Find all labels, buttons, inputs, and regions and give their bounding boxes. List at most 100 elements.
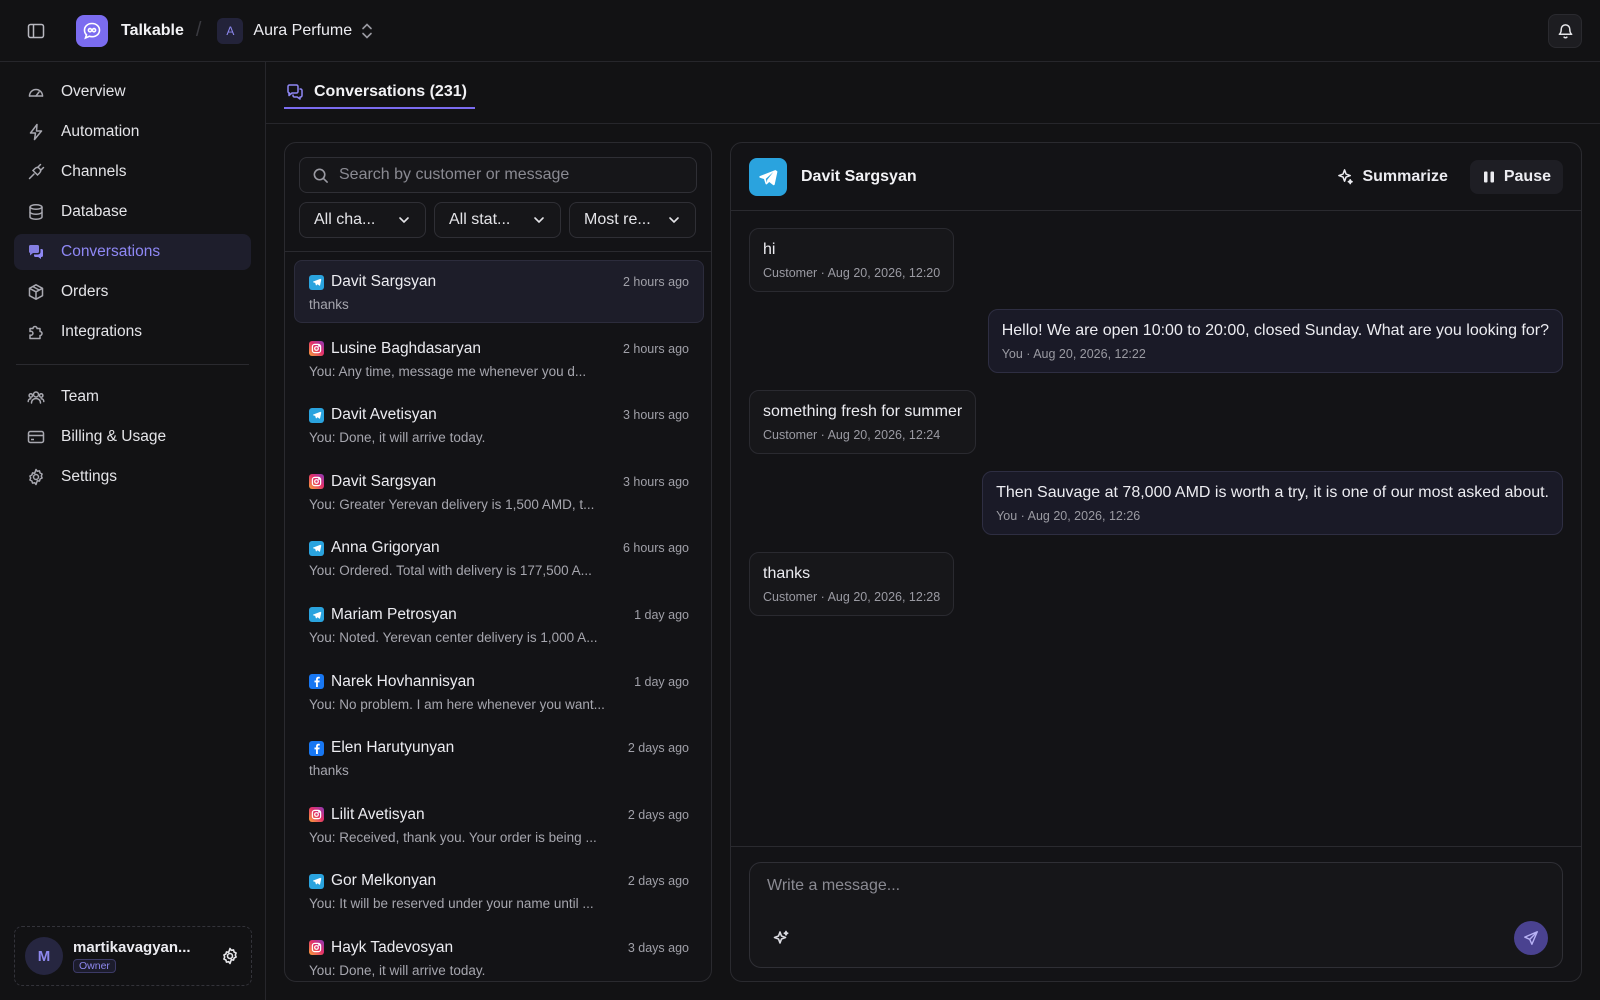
conversation-item[interactable]: Gor Melkonyan 2 days ago You: It will be r… [294,859,704,922]
instagram-icon [309,807,324,823]
sidebar-item-database[interactable]: Database [14,194,251,230]
message-text: hi [763,241,776,258]
app-logo[interactable] [76,14,108,47]
conversation-name: Davit Sargsyan [331,472,437,490]
sidebar-divider [16,364,249,365]
status-filter-select[interactable]: All stat... [434,202,561,238]
conversation-time: 3 days ago [627,940,689,955]
message-text: Hello! We are open 10:00 to 20:00, close… [1001,322,1549,339]
telegram-icon [309,274,324,290]
pause-button[interactable]: Pause [1469,159,1563,194]
conversation-time: 6 hours ago [622,541,689,556]
message-meta: Customer · Aug 20, 2026, 12:20 [763,266,941,280]
workspace-name[interactable]: Aura Perfume [253,22,352,40]
tab-conversations[interactable]: Conversations (231) [284,76,475,109]
search-icon [312,167,329,184]
workspace-avatar[interactable]: A [217,17,244,44]
conversation-name: Davit Avetisyan [331,406,437,424]
message-input[interactable] [767,877,1527,905]
breadcrumb-separator: / [195,19,202,41]
ai-sparkle-icon[interactable] [770,927,792,949]
filter-value: All cha... [314,211,376,228]
conversation-name: Narek Hovhannisyan [331,672,475,690]
conversation-name: Elen Harutyunyan [331,739,455,757]
sidebar-item-integrations[interactable]: Integrations [14,314,251,350]
conversation-item[interactable]: Anna Grigoryan 6 hours ago You: Ordered. T… [294,526,704,589]
conversation-item[interactable]: Mariam Petrosyan 1 day ago You: Noted. Yer… [294,593,704,656]
telegram-icon [309,407,324,423]
workspace-switch-icon[interactable] [360,22,374,40]
message-bubble-customer: hi Customer · Aug 20, 2026, 12:20 [749,228,955,292]
conversation-item[interactable]: Lusine Baghdasaryan 2 hours ago You: Any t… [294,327,704,390]
conversation-preview: thanks [309,763,349,779]
sidebar-item-label: Overview [61,83,126,100]
telegram-icon [309,540,324,556]
pause-label: Pause [1503,167,1551,185]
conversation-time: 2 days ago [627,807,689,822]
conversation-item[interactable]: Elen Harutyunyan 2 days ago thanks [294,726,704,789]
message-text: Then Sauvage at 78,000 AMD is worth a tr… [996,484,1549,501]
sidebar-item-orders[interactable]: Orders [14,274,251,310]
sidebar-item-team[interactable]: Team [14,379,251,415]
sidebar-item-label: Orders [61,283,109,300]
user-card[interactable]: M martikavagyan... Owner [14,926,252,986]
sidebar-item-label: Conversations [61,243,161,260]
message-bubble-you: Hello! We are open 10:00 to 20:00, close… [987,309,1563,373]
conversation-name: Lilit Avetisyan [331,805,425,823]
conversation-preview: You: Noted. Yerevan center delivery is 1… [309,629,598,645]
database-icon [26,202,46,222]
message-bubble-customer: thanks Customer · Aug 20, 2026, 12:28 [749,552,955,616]
send-icon[interactable] [1514,921,1548,955]
chevron-down-icon [532,213,546,227]
app-name: Talkable [121,21,184,39]
conversation-list: Davit Sargsyan 2 hours ago thanks Lusine Ba… [294,260,704,981]
conversation-preview: You: Done, it will arrive today. [309,430,486,446]
filter-value: Most re... [584,211,651,228]
avatar: M [25,937,63,975]
notifications-bell-icon[interactable] [1548,13,1582,48]
filter-row: All cha... All stat... Most re... [299,202,696,238]
pause-icon [1482,170,1496,184]
conversation-preview: You: Received, thank you. Your order is … [309,829,597,845]
facebook-icon [309,740,324,756]
message-meta: Customer · Aug 20, 2026, 12:28 [763,590,941,604]
channel-filter-select[interactable]: All cha... [299,202,426,238]
sidebar-item-channels[interactable]: Channels [14,154,251,190]
conversation-list-panel: All cha... All stat... Most re... Davit … [284,142,712,982]
conversation-item[interactable]: Narek Hovhannisyan 1 day ago You: No probl… [294,660,704,723]
summarize-label: Summarize [1362,167,1448,185]
sidebar-item-billing[interactable]: Billing & Usage [14,419,251,455]
summarize-button[interactable]: Summarize [1325,160,1459,194]
conversation-item[interactable]: Davit Sargsyan 3 hours ago You: Greater Ye… [294,460,704,523]
sidebar-item-automation[interactable]: Automation [14,114,251,150]
instagram-icon [309,341,324,357]
search-box [299,157,697,193]
conversation-name: Hayk Tadevosyan [331,938,454,956]
conversation-preview: You: Greater Yerevan delivery is 1,500 A… [309,496,595,512]
list-divider [285,251,711,252]
sidebar-item-label: Settings [61,468,118,485]
sidebar-item-overview[interactable]: Overview [14,74,251,110]
conversation-item[interactable]: Hayk Tadevosyan 3 days ago You: Done, it w… [294,926,704,981]
conversation-name: Lusine Baghdasaryan [331,339,481,357]
sort-select[interactable]: Most re... [569,202,696,238]
primary-nav: Overview Automation Channels Database Co… [14,74,251,350]
chevron-down-icon [667,213,681,227]
sidebar-item-settings[interactable]: Settings [14,459,251,495]
user-settings-gear-icon[interactable] [219,945,241,967]
search-input[interactable] [339,166,679,184]
conversation-preview: You: Done, it will arrive today. [309,962,486,978]
telegram-icon [749,157,787,196]
role-badge: Owner [73,959,116,973]
sidebar-toggle-icon[interactable] [24,19,48,43]
conversation-item[interactable]: Lilit Avetisyan 2 days ago You: Received, … [294,793,704,856]
conversation-time: 3 hours ago [622,474,689,489]
message-meta: You · Aug 20, 2026, 12:26 [996,509,1141,523]
message-bubble-you: Then Sauvage at 78,000 AMD is worth a tr… [982,471,1563,535]
conversation-name: Anna Grigoryan [331,539,440,557]
conversation-item[interactable]: Davit Avetisyan 3 hours ago You: Done, it … [294,393,704,456]
conversation-item[interactable]: Davit Sargsyan 2 hours ago thanks [294,260,704,323]
sidebar-item-conversations[interactable]: Conversations [14,234,251,270]
instagram-icon [309,474,324,490]
conversation-time: 3 hours ago [622,408,689,423]
